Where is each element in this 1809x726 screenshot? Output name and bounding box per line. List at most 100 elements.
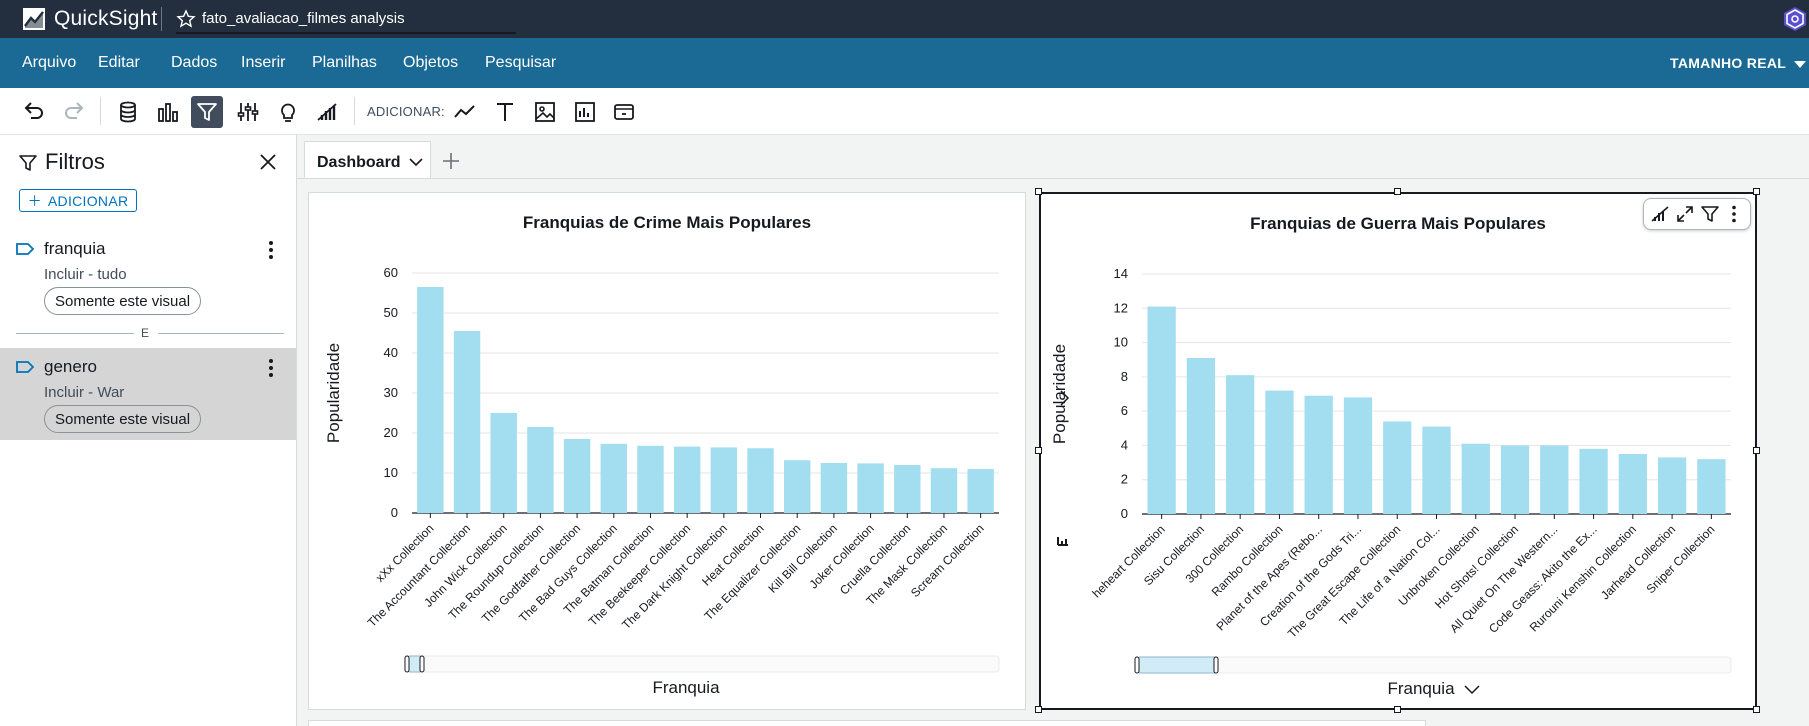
toolbar: ADICIONAR: [0, 88, 1809, 135]
dataset-icon[interactable] [112, 96, 144, 128]
bar [1383, 421, 1412, 514]
bar-chart-war: 02468101214heheart CollectionSisu Collec… [1050, 266, 1732, 698]
more-options-icon[interactable] [262, 357, 280, 379]
add-label: ADICIONAR: [367, 104, 445, 119]
chevron-down-icon[interactable] [1464, 685, 1480, 695]
forecast-icon[interactable] [1650, 204, 1670, 224]
more-options-icon[interactable] [1724, 204, 1744, 224]
add-insight-icon[interactable] [569, 96, 601, 128]
bar [1697, 459, 1726, 514]
filter-scope-badge[interactable]: Somente este visual [44, 287, 202, 315]
filter-icon[interactable] [191, 96, 223, 128]
sort-icon[interactable] [1057, 537, 1068, 546]
insights-icon[interactable] [272, 96, 304, 128]
resize-handle[interactable] [1753, 447, 1760, 454]
add-text-icon[interactable] [489, 96, 521, 128]
bar [1226, 375, 1255, 514]
view-size-caret-icon[interactable] [1794, 61, 1806, 68]
filter-item-genero[interactable]: genero Incluir - War Somente este visual [0, 348, 296, 440]
chevron-down-icon[interactable] [408, 156, 424, 168]
menu-inserir[interactable]: Inserir [241, 54, 285, 72]
y-tick-label: 4 [1121, 437, 1128, 452]
y-tick-label: 20 [384, 425, 398, 440]
favorite-star-icon[interactable] [176, 9, 196, 29]
filter-panel-icon [18, 153, 38, 173]
account-icon[interactable] [1783, 6, 1807, 32]
filter-icon[interactable] [1700, 204, 1720, 224]
x-tick-label: Joker Collection [806, 521, 876, 591]
filter-field-name: genero [44, 357, 97, 376]
plus-icon: ＋ [27, 192, 42, 209]
resize-handle[interactable] [1394, 188, 1401, 195]
add-embed-icon[interactable] [608, 96, 640, 128]
dimension-tag-icon [16, 242, 34, 256]
scroll-track [1137, 656, 1732, 674]
and-label: E [141, 326, 150, 340]
resize-handle[interactable] [1035, 706, 1042, 713]
bar [1343, 397, 1373, 514]
bar [1540, 445, 1569, 514]
redo-icon[interactable] [58, 96, 90, 128]
and-divider-left [16, 333, 134, 334]
y-tick-label: 12 [1114, 300, 1128, 315]
x-axis-label: Franquia [1387, 679, 1455, 698]
parameters-icon[interactable] [232, 96, 264, 128]
menu-bar: Arquivo Editar Dados Inserir Planilhas O… [0, 38, 1809, 88]
y-tick-label: 0 [1121, 506, 1128, 521]
view-size-dropdown[interactable]: TAMANHO REAL [1670, 55, 1786, 71]
x-axis-label: Franquia [652, 678, 720, 697]
filter-scope-badge[interactable]: Somente este visual [44, 405, 202, 433]
bar [1657, 457, 1687, 514]
scroll-handle-left [1134, 656, 1140, 674]
resize-handle[interactable] [1035, 188, 1042, 195]
bar [820, 463, 848, 513]
bar [1147, 306, 1176, 514]
bar [417, 287, 444, 513]
y-tick-label: 0 [391, 505, 398, 520]
resize-handle[interactable] [1035, 447, 1042, 454]
scroll-thumb [1137, 656, 1217, 674]
resize-handle[interactable] [1753, 706, 1760, 713]
y-tick-label: 40 [384, 345, 398, 360]
app-name[interactable]: QuickSight [54, 7, 158, 31]
toolbar-separator [354, 97, 355, 125]
menu-editar[interactable]: Editar [98, 54, 140, 72]
top-bar: QuickSight fato_avaliacao_filmes analysi… [0, 0, 1809, 38]
bar [784, 460, 811, 513]
visualize-icon[interactable] [152, 96, 184, 128]
close-icon[interactable] [258, 152, 278, 172]
scroll-track [407, 655, 1000, 673]
menu-pesquisar[interactable]: Pesquisar [485, 54, 556, 72]
add-filter-button[interactable]: ＋ ADICIONAR [19, 189, 137, 212]
menu-dados[interactable]: Dados [171, 54, 217, 72]
visual-war-franchises[interactable]: Franquias de Guerra Mais Populares 02468… [1039, 192, 1757, 710]
scroll-handle-right [419, 655, 425, 673]
undo-icon[interactable] [18, 96, 50, 128]
quicksight-logo-icon[interactable] [22, 7, 46, 31]
bar [1304, 395, 1333, 514]
visual-crime-franchises[interactable]: Franquias de Crime Mais Populares 0 10 20 3… [308, 192, 1026, 710]
bar [857, 463, 884, 513]
menu-objetos[interactable]: Objetos [403, 54, 458, 72]
y-axis-label: Popularidade [1050, 344, 1069, 444]
bar [563, 439, 591, 513]
analysis-title[interactable]: fato_avaliacao_filmes analysis [202, 10, 405, 27]
resize-handle[interactable] [1394, 706, 1401, 713]
menu-planilhas[interactable]: Planilhas [312, 54, 377, 72]
more-options-icon[interactable] [262, 239, 280, 261]
add-line-chart-icon[interactable] [449, 96, 481, 128]
add-image-icon[interactable] [529, 96, 561, 128]
analysis-title-underline [176, 32, 516, 34]
visual-menu [1643, 198, 1751, 230]
menu-arquivo[interactable]: Arquivo [22, 54, 76, 72]
filter-item-franquia[interactable]: franquia Incluir - tudo Somente este vis… [0, 230, 296, 322]
y-tick-label: 14 [1114, 266, 1128, 281]
bar [1579, 448, 1608, 514]
bar [1186, 358, 1216, 514]
tab-dashboard[interactable]: Dashboard [304, 141, 431, 179]
expand-icon[interactable] [1675, 204, 1695, 224]
bar [1461, 443, 1490, 514]
resize-handle[interactable] [1753, 188, 1760, 195]
forecast-icon[interactable] [311, 96, 343, 128]
add-sheet-icon[interactable] [440, 150, 462, 172]
